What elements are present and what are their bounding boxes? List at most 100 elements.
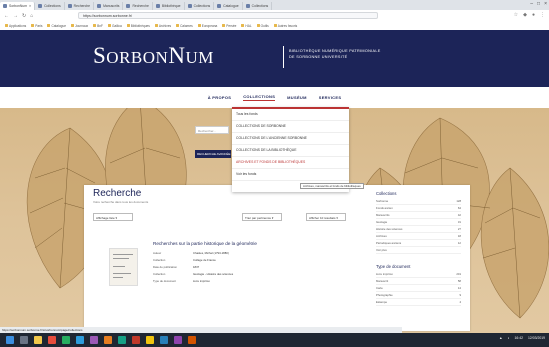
collections-dropdown: Tous les fonds COLLECTIONS DE SORBONNE C… [232,107,349,192]
menu-icon[interactable]: ⋮ [540,12,545,18]
advanced-search-button[interactable]: RECHERCHE AVANCÉE [195,150,231,158]
browser-tab[interactable]: Recherche [65,2,95,10]
browser-tab[interactable]: Collections [35,2,65,10]
site-logo[interactable]: SORBONNUM [93,43,214,69]
dropdown-item[interactable]: COLLECTIONS DE L'ANCIENNE SORBONNE [232,133,349,145]
bookmark[interactable]: Europeana [197,24,217,28]
folder-icon [71,24,74,27]
nav-item-a-propos[interactable]: À PROPOS [208,95,232,100]
favicon-icon [155,4,160,8]
result-thumbnail[interactable] [109,248,138,286]
close-icon[interactable]: × [29,4,31,8]
bookmark[interactable]: Autres favoris [273,24,297,28]
clock-date[interactable]: 12/03/2019 [528,336,545,340]
facet-heading: Type de document [376,264,411,269]
facet-item[interactable]: Manuscrits 42 [376,212,461,219]
facet-item[interactable]: Manuscrit 58 [376,278,461,285]
forward-icon[interactable]: → [13,13,18,19]
network-icon[interactable]: ▲ [499,336,502,340]
facet-item[interactable]: Histoire des sciences 27 [376,226,461,233]
bookmark[interactable]: Journaux [71,24,88,28]
bookmark[interactable]: Calames [176,24,193,28]
folder-icon [273,24,277,27]
meta-value: Livre imprimé [193,279,210,283]
facet-item[interactable]: Fonds ancien 64 [376,205,461,212]
favicon-icon [97,4,102,8]
facet-item[interactable]: Carte 14 [376,285,461,292]
app-icon[interactable] [132,336,140,344]
browser-tab[interactable]: Collections [185,2,215,10]
bookmark[interactable]: BnF [93,24,103,28]
result-item[interactable]: Recherches sur la partie historique de l… [93,239,373,297]
bookmark[interactable]: Gallica [107,24,122,28]
app-icon[interactable] [62,336,70,344]
url-input[interactable]: https://sorbonnum.sorbonne.fr/ [78,12,378,19]
clock-time[interactable]: 16:42 [515,336,524,340]
nav-item-collections[interactable]: COLLECTIONS [243,94,276,101]
facet-item[interactable]: Estampe 4 [376,299,461,306]
facet-item[interactable]: Géologie 31 [376,219,461,226]
star-icon[interactable]: ☆ [514,12,518,18]
browser-tab[interactable]: Manuscrits [94,2,124,10]
facet-item[interactable]: Périodiques anciens 12 [376,240,461,247]
back-icon[interactable]: ← [4,13,9,19]
per-page-select[interactable]: Afficher 10 résultats ▾ [306,213,346,221]
home-icon[interactable]: ⌂ [30,13,33,19]
browser-tab[interactable]: Bibliothèque [153,2,185,10]
extension-icon[interactable]: ◆ [523,12,527,18]
facet-item[interactable]: Livre imprimé 201 [376,271,461,278]
bookmark[interactable]: Paris [31,24,42,28]
site-nav: À PROPOS COLLECTIONS MUSÉUM SERVICES [0,87,549,108]
facet-item[interactable]: Sorbonne 128 [376,198,461,205]
browser-tab[interactable]: Recherche [123,2,153,10]
dropdown-item[interactable]: Tous les fonds [232,109,349,121]
meta-value: Collège de France [193,258,216,262]
app-icon[interactable] [174,336,182,344]
folder-icon[interactable] [34,336,42,344]
facet-item[interactable]: Voir plus [376,247,461,254]
minimize-icon[interactable]: – [530,1,533,7]
search-icon[interactable] [20,336,28,344]
folder-icon [47,24,51,27]
app-icon[interactable] [188,336,196,344]
profile-icon[interactable]: ● [532,12,535,18]
folder-icon [241,24,245,27]
bookmark[interactable]: Outils [256,24,269,28]
start-icon[interactable] [6,336,14,344]
nav-item-museum[interactable]: MUSÉUM [287,95,307,100]
reload-icon[interactable]: ↻ [22,13,26,19]
dropdown-item[interactable]: Voir les fonds [232,169,349,181]
browser-tab[interactable]: SorbonNum × [0,2,36,10]
folder-icon [256,24,260,27]
facets-sidebar: Collections Sorbonne 128 Fonds ancien 64 M… [376,188,461,328]
result-title[interactable]: Recherches sur la partie historique de l… [153,241,257,246]
dropdown-item[interactable]: COLLECTIONS DE SORBONNE [232,121,349,133]
nav-item-services[interactable]: SERVICES [319,95,342,100]
browser-tab[interactable]: Catalogue [214,2,243,10]
browser-tab[interactable]: Collections [243,2,273,10]
app-icon[interactable] [118,336,126,344]
chrome-icon[interactable] [146,336,154,344]
app-icon[interactable] [76,336,84,344]
app-icon[interactable] [104,336,112,344]
close-window-icon[interactable]: × [544,1,547,7]
dropdown-item[interactable]: COLLECTIONS DE LA BIBLIOTHÈQUE [232,145,349,157]
bookmark[interactable]: Bibliothèques [126,24,150,28]
volume-icon[interactable]: ◖ [507,336,509,340]
view-select[interactable]: Affichage liste ▾ [93,213,133,221]
app-icon[interactable] [48,336,56,344]
bookmark[interactable]: Archives [154,24,171,28]
bookmark[interactable]: Catalogue [47,24,66,28]
app-icon[interactable] [160,336,168,344]
search-input[interactable]: Rechercher... [195,126,229,134]
dropdown-item-highlighted[interactable]: ARCHIVES ET FONDS DE BIBLIOTHÈQUES [232,157,349,169]
facet-item[interactable]: Photographie 9 [376,292,461,299]
maximize-icon[interactable]: □ [537,1,540,7]
bookmark[interactable]: Applications [5,24,26,28]
facet-item[interactable]: Archives 18 [376,233,461,240]
bookmark[interactable]: HAL [241,24,252,28]
sort-select[interactable]: Trier par pertinence ▾ [242,213,282,221]
chevron-down-icon: ▾ [271,216,274,220]
app-icon[interactable] [90,336,98,344]
bookmark[interactable]: Persée [222,24,236,28]
